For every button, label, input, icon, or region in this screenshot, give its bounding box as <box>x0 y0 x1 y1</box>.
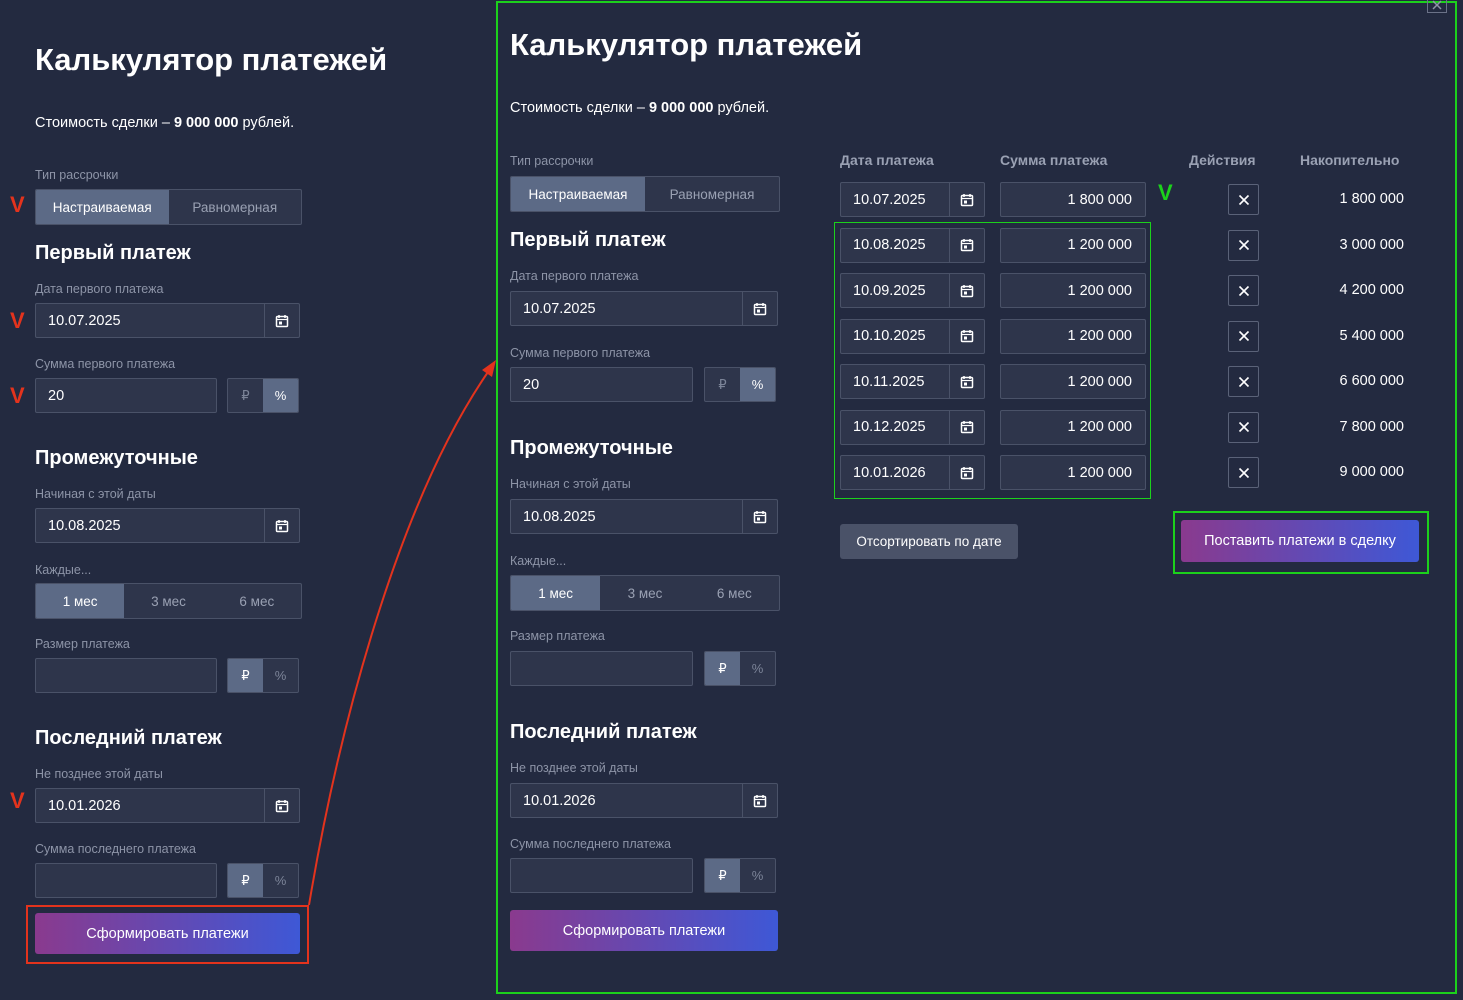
green-highlight-rows-box <box>834 222 1151 499</box>
intermediate-start-label: Начиная с этой даты <box>510 477 631 491</box>
calendar-icon[interactable] <box>742 784 777 817</box>
modal-close-button[interactable] <box>1427 0 1447 13</box>
payment-size-label: Размер платежа <box>510 629 605 643</box>
installment-type-toggle[interactable]: Настраиваемая Равномерная <box>510 176 780 212</box>
every-period-toggle[interactable]: 1 мес 3 мес 6 мес <box>510 575 780 611</box>
close-icon <box>1238 239 1250 251</box>
first-payment-amount-input[interactable]: 20 <box>510 367 693 402</box>
last-payment-amount-input[interactable] <box>510 858 693 893</box>
cumulative-value: 3 000 000 <box>1339 236 1404 253</box>
last-payment-date-label: Не позднее этой даты <box>510 761 638 775</box>
first-payment-date-value[interactable]: 10.07.2025 <box>511 292 742 325</box>
unit-rub[interactable]: ₽ <box>705 652 740 685</box>
intermediate-heading: Промежуточные <box>510 437 673 459</box>
sort-by-date-button[interactable]: Отсортировать по дате <box>840 524 1018 559</box>
remove-payment-button[interactable] <box>1228 411 1259 443</box>
calendar-icon[interactable] <box>949 183 984 216</box>
first-payment-date-label: Дата первого платежа <box>510 269 639 283</box>
column-header-cumulative: Накопительно <box>1300 152 1400 168</box>
deal-cost: Стоимость сделки – 9 000 000 рублей. <box>510 100 770 116</box>
unit-percent[interactable]: % <box>740 652 775 685</box>
close-icon <box>1238 421 1250 433</box>
cumulative-value: 5 400 000 <box>1339 327 1404 344</box>
intermediate-start-field[interactable]: 10.08.2025 <box>510 499 778 534</box>
payment-amount-input[interactable]: 1 800 000 <box>1000 182 1146 217</box>
payment-date-field[interactable]: 10.07.2025 <box>840 182 985 217</box>
period-1-month[interactable]: 1 мес <box>511 576 601 610</box>
remove-payment-button[interactable] <box>1228 275 1259 306</box>
green-check-annotation: V <box>1158 180 1173 205</box>
generate-payments-button[interactable]: Сформировать платежи <box>510 910 778 951</box>
column-header-actions: Действия <box>1189 152 1256 168</box>
cumulative-value: 9 000 000 <box>1339 464 1404 480</box>
close-icon <box>1238 285 1250 297</box>
cumulative-value: 6 600 000 <box>1339 373 1404 389</box>
payment-size-input[interactable] <box>510 651 693 686</box>
last-payment-date-field[interactable]: 10.01.2026 <box>510 783 778 818</box>
remove-payment-button[interactable] <box>1228 320 1259 352</box>
unit-percent[interactable]: % <box>740 368 775 401</box>
last-payment-unit-toggle[interactable]: ₽ % <box>704 858 776 893</box>
cumulative-value: 1 800 000 <box>1339 191 1404 207</box>
last-payment-heading: Последний платеж <box>510 721 697 743</box>
remove-payment-button[interactable] <box>1228 457 1259 488</box>
intermediate-start-value[interactable]: 10.08.2025 <box>511 500 742 533</box>
column-header-amount: Сумма платежа <box>1000 152 1108 168</box>
unit-rub[interactable]: ₽ <box>705 368 740 401</box>
period-6-months[interactable]: 6 мес <box>690 576 779 610</box>
cumulative-value: 7 800 000 <box>1339 418 1404 435</box>
unit-rub[interactable]: ₽ <box>705 859 740 892</box>
column-header-date: Дата платежа <box>840 152 934 168</box>
every-label: Каждые... <box>510 554 567 568</box>
payment-date-value[interactable]: 10.07.2025 <box>841 183 949 216</box>
close-icon <box>1238 467 1250 479</box>
installment-type-uniform[interactable]: Равномерная <box>645 177 779 211</box>
first-payment-amount-label: Сумма первого платежа <box>510 346 651 360</box>
apply-payments-button[interactable]: Поставить платежи в сделку <box>1181 520 1419 562</box>
installment-type-label: Тип рассрочки <box>510 154 594 168</box>
remove-payment-button[interactable] <box>1228 366 1259 397</box>
unit-percent[interactable]: % <box>740 859 775 892</box>
page-title: Калькулятор платежей <box>510 27 863 62</box>
first-payment-date-field[interactable]: 10.07.2025 <box>510 291 778 326</box>
last-payment-amount-label: Сумма последнего платежа <box>510 837 671 851</box>
close-icon <box>1238 330 1250 342</box>
payment-size-unit-toggle[interactable]: ₽ % <box>704 651 776 686</box>
first-payment-heading: Первый платеж <box>510 229 666 251</box>
last-payment-date-value[interactable]: 10.01.2026 <box>511 784 742 817</box>
installment-type-custom[interactable]: Настраиваемая <box>511 177 645 211</box>
close-icon <box>1432 0 1442 10</box>
close-icon <box>1238 376 1250 388</box>
calendar-icon[interactable] <box>742 292 777 325</box>
close-icon <box>1238 194 1250 206</box>
first-payment-unit-toggle[interactable]: ₽ % <box>704 367 776 402</box>
cumulative-value: 4 200 000 <box>1339 282 1404 298</box>
remove-payment-button[interactable] <box>1228 184 1259 215</box>
remove-payment-button[interactable] <box>1228 229 1259 261</box>
period-3-months[interactable]: 3 мес <box>600 576 689 610</box>
calendar-icon[interactable] <box>742 500 777 533</box>
